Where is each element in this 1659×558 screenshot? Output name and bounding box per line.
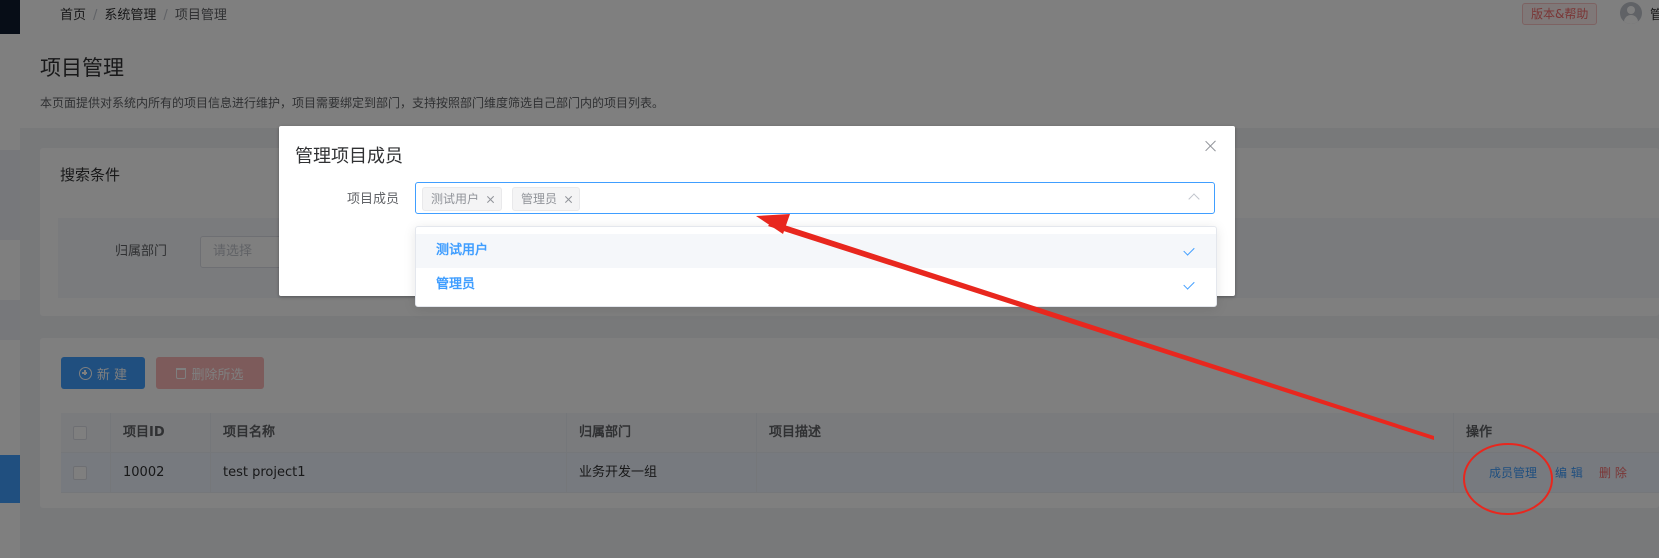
dialog-title: 管理项目成员 xyxy=(295,146,403,167)
member-tag: 管理员 xyxy=(512,187,581,211)
tag-close-icon[interactable] xyxy=(564,195,573,204)
tag-close-icon[interactable] xyxy=(486,195,495,204)
close-icon[interactable] xyxy=(1203,138,1219,154)
dropdown-option-label: 管理员 xyxy=(436,277,476,292)
dropdown-option-label: 测试用户 xyxy=(436,243,489,258)
member-tag-label: 管理员 xyxy=(521,192,558,206)
members-dropdown: 测试用户 管理员 xyxy=(415,226,1217,307)
member-tag: 测试用户 xyxy=(422,187,503,211)
dropdown-option[interactable]: 测试用户 xyxy=(416,234,1216,268)
chevron-up-icon[interactable] xyxy=(1188,193,1200,205)
members-multi-select[interactable]: 测试用户 管理员 xyxy=(415,182,1215,214)
check-icon xyxy=(1183,244,1195,256)
check-icon xyxy=(1183,278,1195,290)
dropdown-option[interactable]: 管理员 xyxy=(416,268,1216,302)
member-tag-label: 测试用户 xyxy=(431,192,480,206)
members-field-label: 项目成员 xyxy=(347,192,400,207)
